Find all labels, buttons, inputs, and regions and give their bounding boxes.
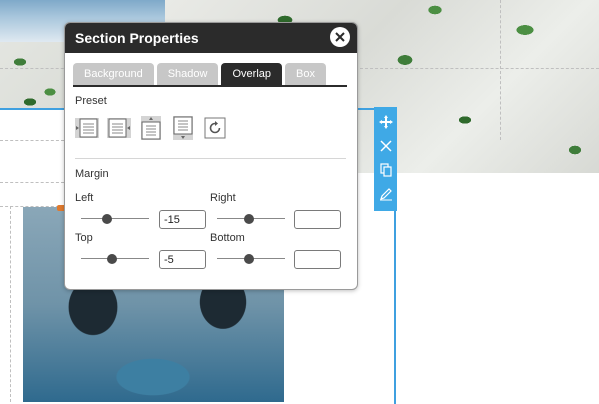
preset-label: Preset xyxy=(75,95,107,107)
edit-icon xyxy=(379,188,392,201)
bottom-margin-input[interactable] xyxy=(294,250,341,269)
slider-thumb[interactable] xyxy=(243,254,254,264)
close-icon xyxy=(379,140,392,152)
guide-line xyxy=(360,68,599,69)
right-label: Right xyxy=(210,192,236,204)
right-margin-slider[interactable] xyxy=(217,214,285,224)
preset-overlap-bottom-button[interactable] xyxy=(171,116,195,140)
tab-overlap[interactable]: Overlap xyxy=(221,63,283,85)
move-icon xyxy=(378,115,393,129)
overlap-left-icon xyxy=(75,118,99,138)
bottom-label: Bottom xyxy=(210,232,245,244)
dialog-title: Section Properties xyxy=(75,30,199,46)
margin-label: Margin xyxy=(75,168,109,180)
guide-line xyxy=(500,0,501,140)
preset-reset-button[interactable] xyxy=(203,116,227,140)
properties-tabs: Background Shadow Overlap Box xyxy=(73,63,326,85)
left-label: Left xyxy=(75,192,94,204)
right-margin-input[interactable] xyxy=(294,210,341,229)
section-divider xyxy=(75,158,346,159)
edit-button[interactable] xyxy=(374,182,397,206)
duplicate-button[interactable] xyxy=(374,158,397,182)
preset-overlap-right-button[interactable] xyxy=(107,116,131,140)
remove-button[interactable] xyxy=(374,134,397,158)
duplicate-icon xyxy=(379,163,392,177)
overlap-right-icon xyxy=(107,118,131,138)
tab-background[interactable]: Background xyxy=(73,63,154,85)
slider-thumb[interactable] xyxy=(243,214,254,224)
dialog-header[interactable]: Section Properties xyxy=(65,23,357,53)
overlap-top-icon xyxy=(141,116,161,140)
slider-track xyxy=(81,218,149,219)
section-properties-dialog: Section Properties Background Shadow Ove… xyxy=(64,22,358,290)
tab-box[interactable]: Box xyxy=(285,63,326,85)
slider-thumb[interactable] xyxy=(106,254,117,264)
bottom-margin-slider[interactable] xyxy=(217,254,285,264)
preset-overlap-left-button[interactable] xyxy=(75,116,99,140)
left-margin-input[interactable] xyxy=(159,210,206,229)
left-margin-slider[interactable] xyxy=(81,214,149,224)
tab-shadow[interactable]: Shadow xyxy=(156,63,219,85)
reset-icon xyxy=(204,117,226,139)
section-side-toolbar xyxy=(374,107,397,211)
close-icon xyxy=(335,32,345,42)
preset-overlap-top-button[interactable] xyxy=(139,116,163,140)
tab-underline xyxy=(73,85,347,87)
top-margin-input[interactable] xyxy=(159,250,206,269)
top-label: Top xyxy=(75,232,93,244)
overlap-bottom-icon xyxy=(173,116,193,140)
top-margin-slider[interactable] xyxy=(81,254,149,264)
close-dialog-button[interactable] xyxy=(330,27,350,47)
slider-thumb[interactable] xyxy=(101,214,112,224)
preset-group xyxy=(75,116,227,140)
move-button[interactable] xyxy=(374,110,397,134)
